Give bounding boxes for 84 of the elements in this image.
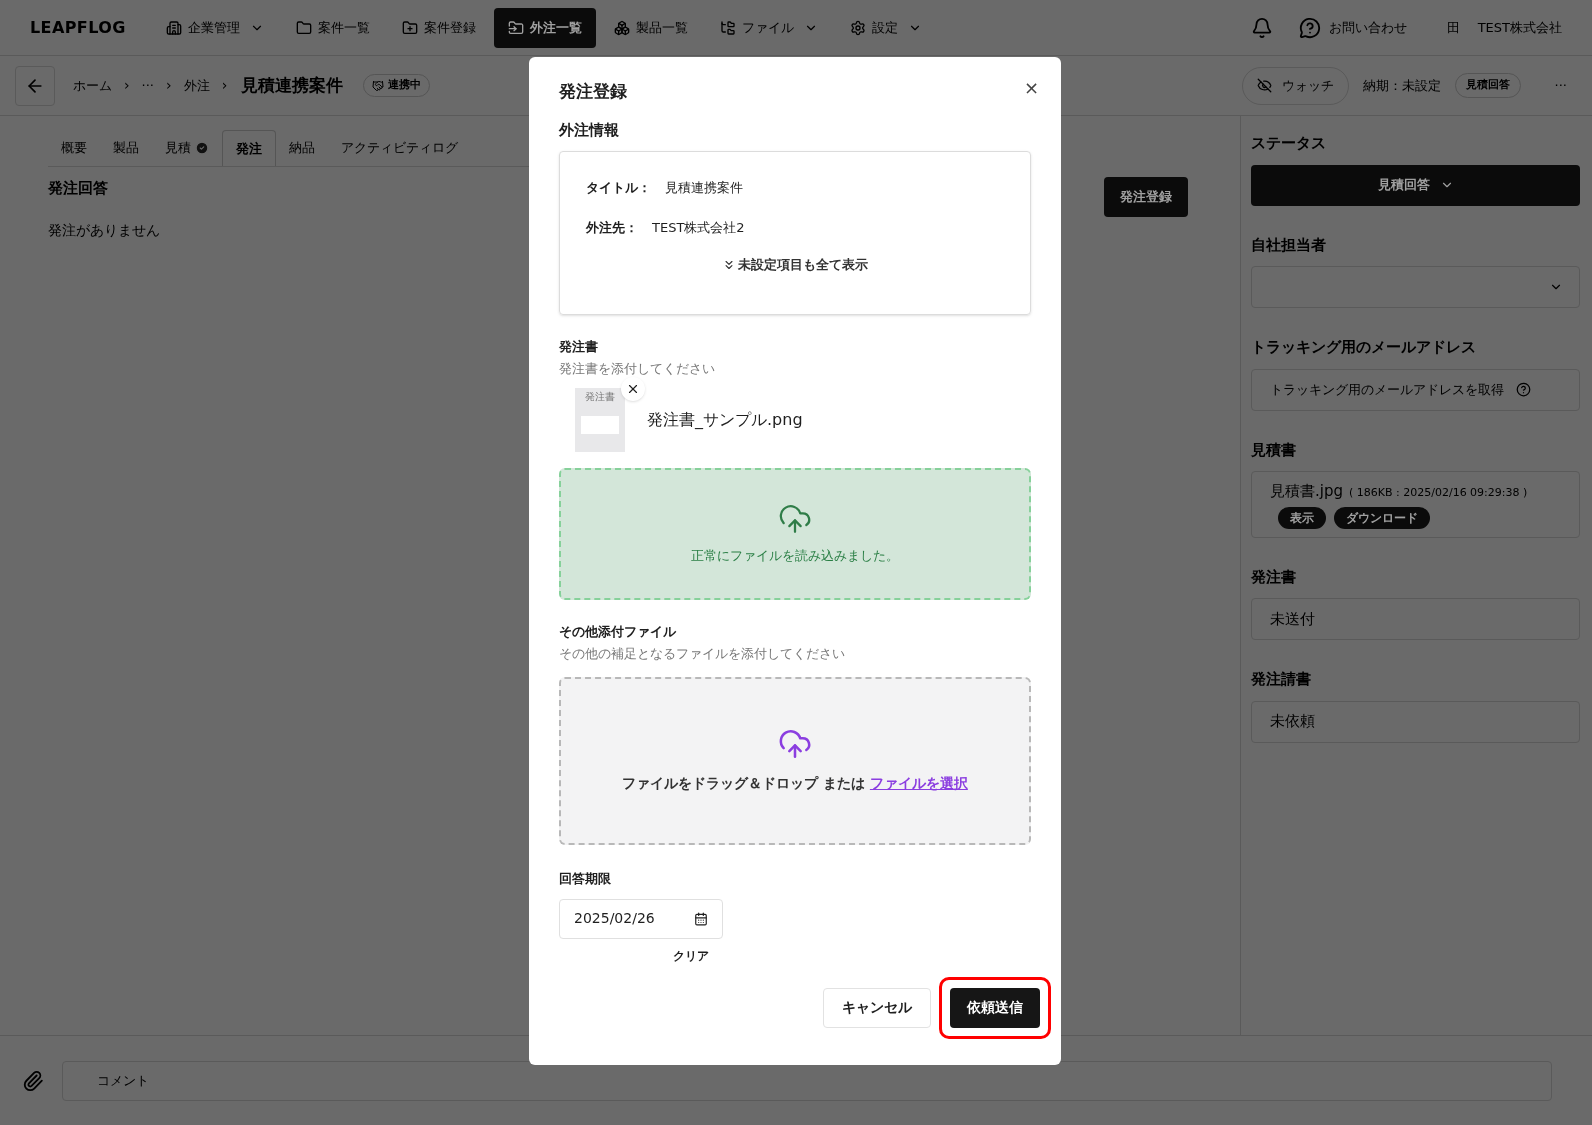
sidebar-label: 自社担当者 xyxy=(1251,234,1327,256)
sidebar-label: ステータス xyxy=(1251,133,1327,154)
nav-tab[interactable]: 案件登録 xyxy=(387,7,490,48)
tree-icon xyxy=(719,19,736,36)
calendar-icon xyxy=(694,911,708,926)
breadcrumb-link[interactable]: ホーム xyxy=(73,75,112,96)
content-tab[interactable]: 概要 xyxy=(48,130,100,166)
drop-instructions: ファイルをドラッグ＆ドロップ または ファイルを選択 xyxy=(622,774,968,793)
sidebar-label: 発注請書 xyxy=(1251,669,1312,690)
info-label: 外注先： xyxy=(586,218,638,237)
help-icon xyxy=(1516,382,1531,397)
status-field: 未送付 xyxy=(1251,598,1580,640)
info-value: TEST株式会社2 xyxy=(652,218,745,237)
content-tab[interactable]: 製品 xyxy=(100,130,152,166)
content-tab[interactable]: 見積 xyxy=(152,130,222,166)
paperclip-icon[interactable] xyxy=(22,1069,44,1092)
remove-file-button[interactable] xyxy=(621,377,645,401)
date-value: 2025/02/26 xyxy=(574,909,655,928)
dialog-title: 発注登録 xyxy=(559,80,627,103)
field-label: 発注書 xyxy=(559,338,599,356)
status-field: 未依頼 xyxy=(1251,700,1580,743)
upload-success-message: 正常にファイルを読み込みました。 xyxy=(691,547,899,566)
nav-tab[interactable]: 企業管理 xyxy=(151,7,278,48)
tracking-email-button[interactable]: トラッキング用のメールアドレスを取得 xyxy=(1251,368,1580,411)
sidebar-label: 見積書 xyxy=(1251,439,1297,461)
company-menu[interactable]: 田 TEST株式会社 xyxy=(1446,17,1562,38)
folder-icon xyxy=(295,19,312,36)
select-file-link[interactable]: ファイルを選択 xyxy=(869,775,968,791)
boxes-icon xyxy=(613,19,630,36)
check-circle-icon xyxy=(195,141,209,155)
status-dropdown[interactable]: 見積回答 xyxy=(1251,164,1580,206)
cloud-upload-icon xyxy=(778,727,812,761)
breadcrumb-link[interactable]: ··· xyxy=(141,75,154,96)
nav-tab[interactable]: ファイル xyxy=(705,7,832,48)
close-button[interactable]: × xyxy=(1023,79,1039,97)
folder-arrow-icon xyxy=(507,19,524,36)
field-hint: その他の補足となるファイルを添付してください xyxy=(559,644,846,663)
content-tab[interactable]: 発注 xyxy=(222,130,276,166)
file-action-button[interactable]: 表示 xyxy=(1278,506,1326,529)
field-hint: 発注書を添付してください xyxy=(559,359,716,378)
thumbnail-text: 発注書 xyxy=(585,392,615,402)
section-heading: 発注回答 xyxy=(48,178,109,199)
chat-question-icon xyxy=(1298,16,1321,39)
upload-success-zone[interactable]: 正常にファイルを読み込みました。 xyxy=(559,468,1031,600)
contact-link[interactable]: お問い合わせ xyxy=(1298,16,1407,39)
sidebar-label: トラッキング用のメールアドレス xyxy=(1251,337,1477,358)
attached-file-name: 発注書_サンプル.png xyxy=(647,409,803,431)
due-date-text: 納期：未設定 xyxy=(1362,76,1441,95)
breadcrumb-separator: › xyxy=(166,76,172,95)
empty-message: 発注がありません xyxy=(48,220,160,240)
company-glyph-icon: 田 xyxy=(1446,17,1460,38)
info-label: タイトル： xyxy=(586,179,651,197)
register-order-button[interactable]: 発注登録 xyxy=(1104,177,1188,217)
settings-icon xyxy=(849,19,866,36)
file-drop-zone[interactable]: ファイルをドラッグ＆ドロップ または ファイルを選択 xyxy=(559,677,1031,845)
show-all-toggle[interactable]: 未設定項目も全て表示 xyxy=(722,255,868,275)
date-field[interactable]: 2025/02/26 xyxy=(559,898,723,939)
cancel-button[interactable]: キャンセル xyxy=(823,987,931,1028)
content-tab[interactable]: 納品 xyxy=(276,130,328,166)
field-label: 回答期限 xyxy=(559,870,612,888)
close-icon xyxy=(626,382,640,396)
back-button[interactable] xyxy=(15,65,55,106)
building-icon xyxy=(165,19,182,36)
sidebar-label: 発注書 xyxy=(1251,566,1297,588)
breadcrumb-link[interactable]: 外注 xyxy=(183,75,210,96)
submit-request-button[interactable]: 依頼送信 xyxy=(950,987,1040,1028)
content-tab[interactable]: アクティビティログ xyxy=(328,130,471,166)
file-meta: ( 186KB : 2025/02/16 09:29:38 ) xyxy=(1349,485,1528,501)
more-menu[interactable]: ··· xyxy=(1554,75,1567,96)
file-name[interactable]: 見積書.jpg xyxy=(1270,480,1343,503)
section-heading: 外注情報 xyxy=(559,119,620,141)
notification-bell-icon[interactable] xyxy=(1250,16,1273,39)
field-label: その他添付ファイル xyxy=(559,623,677,641)
logo[interactable]: LEAPFLOG xyxy=(30,15,126,40)
nav-tab[interactable]: 外注一覧 xyxy=(493,7,596,48)
breadcrumb-separator: › xyxy=(124,76,130,95)
info-value: 見積連携案件 xyxy=(665,179,743,197)
clear-button[interactable]: クリア xyxy=(673,946,709,965)
file-action-button[interactable]: ダウンロード xyxy=(1334,506,1430,529)
nav-tab[interactable]: 設定 xyxy=(835,7,936,48)
breadcrumb-separator: › xyxy=(221,76,228,95)
page-title: 見積連携案件 xyxy=(241,73,344,97)
folder-plus-icon xyxy=(401,19,418,36)
eye-off-icon xyxy=(1256,78,1272,93)
